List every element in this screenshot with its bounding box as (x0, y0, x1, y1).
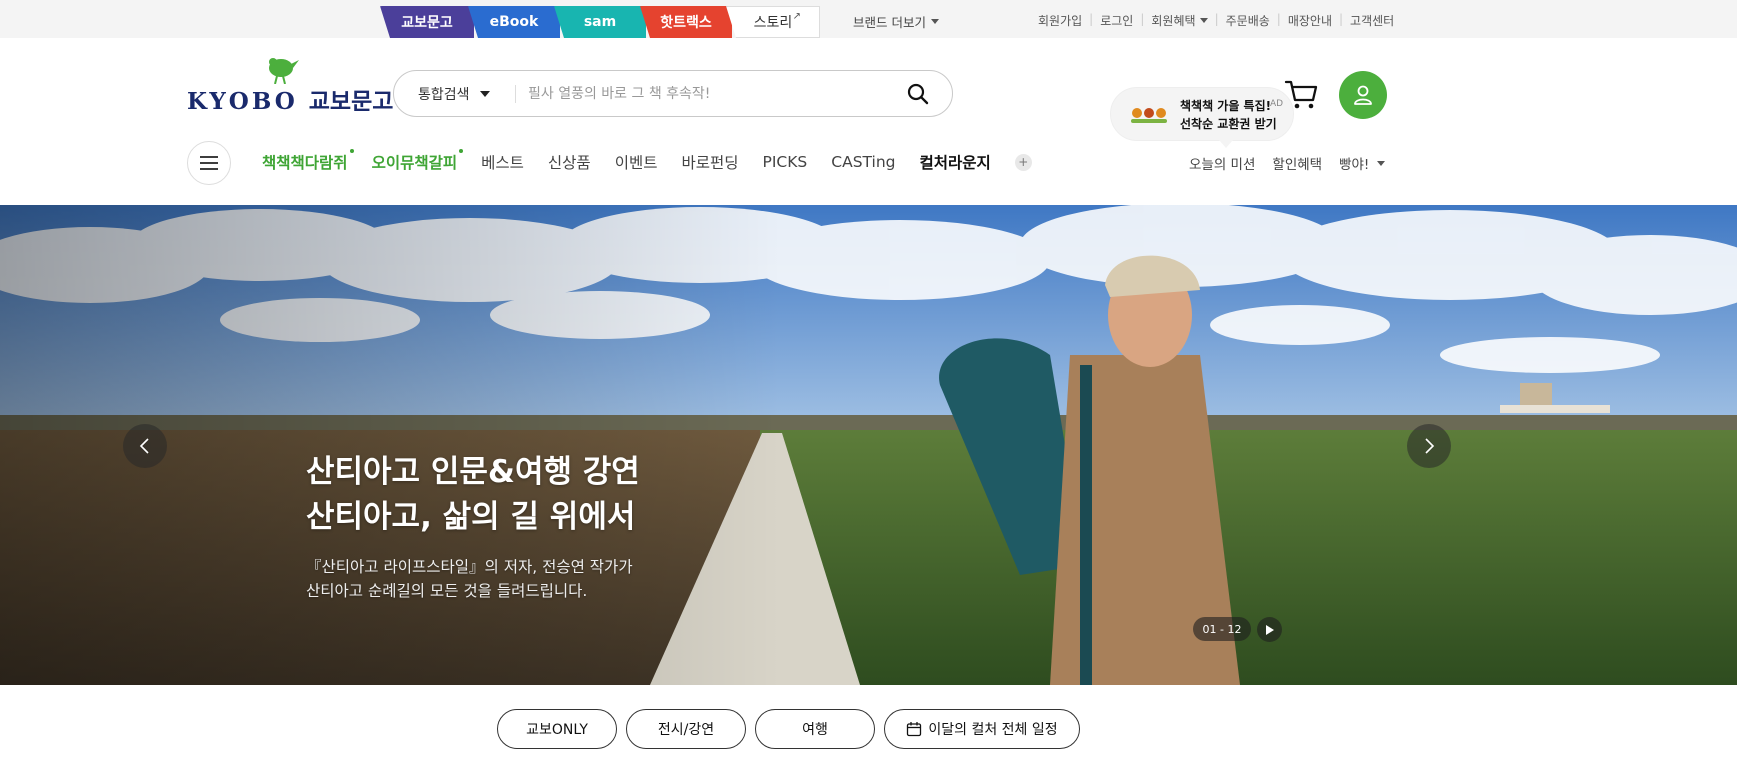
brand-tab-sam[interactable]: sam (554, 6, 646, 38)
hero-title-line: 산티아고, 삶의 길 위에서 (306, 499, 636, 535)
util-link-signup[interactable]: 회원가입 (1038, 12, 1082, 29)
bird-logo-icon (269, 58, 299, 84)
chip-travel[interactable]: 여행 (755, 709, 875, 749)
user-icon (1354, 85, 1372, 105)
nav-item-event[interactable]: 이벤트 (615, 151, 658, 173)
secondary-navigation: 오늘의 미션 할인혜택 빵야! (1189, 153, 1402, 173)
util-link-support[interactable]: 고객센터 (1350, 12, 1394, 29)
chip-kyobo-only[interactable]: 교보ONLY (497, 709, 617, 749)
top-utility-bar: 교보문고 eBook sam 핫트랙스 스토리 ↗ 브랜드 더보기 회원가입 | … (0, 0, 1737, 38)
chevron-down-icon (1377, 160, 1386, 166)
carousel-counter: 01 - 12 (1193, 617, 1251, 641)
brand-tab-label: sam (583, 14, 617, 30)
search-icon[interactable] (906, 82, 930, 106)
nav-item-chaekchaek[interactable]: 책책책다람쥐 (262, 149, 354, 173)
plus-icon[interactable]: + (1014, 153, 1032, 171)
new-dot (349, 149, 354, 153)
brand-more-dropdown[interactable]: 브랜드 더보기 (853, 12, 939, 31)
new-dot (459, 149, 464, 153)
carousel-next-button[interactable] (1407, 424, 1451, 468)
divider: | (1339, 12, 1344, 26)
logo-english: KYOBO (187, 88, 298, 115)
search-type-select[interactable]: 통합검색 (394, 84, 509, 104)
util-link-stores[interactable]: 매장안내 (1288, 12, 1332, 29)
nav-item-label: 책책책다람쥐 (262, 154, 348, 172)
divider: | (1276, 12, 1281, 26)
main-navigation: 책책책다람쥐 오이뮤책갈피 베스트 신상품 이벤트 바로펀딩 PICKS CAS… (262, 149, 1032, 173)
nav-item-label: 오이뮤책갈피 (371, 154, 458, 172)
nav-item-funding[interactable]: 바로펀딩 (681, 151, 738, 173)
search-type-label: 통합검색 (418, 86, 470, 103)
brand-tab-kyobo[interactable]: 교보문고 (380, 6, 474, 38)
logo-korean: 교보문고 (308, 89, 394, 115)
ad-label: AD (1270, 99, 1284, 109)
external-link-icon: ↗ (792, 11, 801, 22)
nav-item-today-mission[interactable]: 오늘의 미션 (1189, 153, 1255, 173)
nav-item-culture-lounge[interactable]: 컬처라운지 (920, 151, 991, 173)
hero-title-line: 산티아고 인문&여행 강연 (306, 454, 640, 490)
brand-tabs: 교보문고 eBook sam 핫트랙스 스토리 ↗ (372, 6, 820, 38)
user-profile-button[interactable] (1339, 71, 1387, 119)
cart-icon[interactable] (1284, 78, 1318, 110)
hero-background-image (0, 205, 1737, 685)
util-link-orders[interactable]: 주문배송 (1226, 12, 1270, 29)
carousel-prev-button[interactable] (123, 424, 167, 468)
hero-title: 산티아고 인문&여행 강연 산티아고, 삶의 길 위에서 (306, 450, 640, 540)
chevron-right-icon (1425, 438, 1435, 454)
chevron-down-icon (479, 90, 490, 97)
chip-monthly-schedule[interactable]: 이달의 컬처 전체 일정 (884, 709, 1080, 749)
ad-title: 책책책 가을 특집! (1180, 99, 1272, 113)
chip-exhibition-lecture[interactable]: 전시/강연 (626, 709, 746, 749)
hamburger-menu-button[interactable] (187, 141, 231, 185)
util-link-benefits[interactable]: 회원혜택 (1151, 12, 1208, 29)
carousel-play-button[interactable] (1257, 617, 1282, 642)
nav-item-casting[interactable]: CASTing (831, 153, 895, 171)
divider: | (1089, 12, 1094, 26)
search-input[interactable] (528, 85, 878, 102)
divider (515, 84, 516, 103)
nav-item-best[interactable]: 베스트 (481, 151, 524, 173)
nav-item-picks[interactable]: PICKS (763, 153, 808, 171)
nav-item-discount[interactable]: 할인혜택 (1272, 153, 1322, 173)
play-icon (1266, 624, 1274, 635)
brand-tab-ebook[interactable]: eBook (468, 6, 560, 38)
hero-desc-line: 『산티아고 라이프스타일』의 저자, 전승연 작가가 (306, 558, 633, 576)
menu-icon (200, 156, 218, 170)
nav-item-new[interactable]: 신상품 (548, 151, 591, 173)
utility-links: 회원가입 | 로그인 | 회원혜택 | 주문배송 | 매장안내 | 고객센터 (1038, 12, 1394, 29)
brand-tab-label: 교보문고 (401, 15, 453, 31)
ad-banner[interactable]: 책책책 가을 특집! AD 선착순 교환권 받기 (1110, 87, 1294, 148)
kyobo-logo[interactable]: KYOBO 교보문고 (187, 56, 393, 115)
calendar-icon (907, 722, 922, 737)
brand-tab-story[interactable]: 스토리 ↗ (726, 6, 820, 38)
chevron-down-icon (930, 19, 939, 24)
divider: | (1140, 12, 1145, 26)
nav-item-label: 빵야! (1339, 157, 1370, 173)
logo-wordmark: KYOBO 교보문고 (187, 82, 393, 116)
util-link-label: 회원혜택 (1151, 14, 1196, 28)
brand-tab-hottracks[interactable]: 핫트랙스 (640, 6, 732, 38)
hero-desc-line: 산티아고 순례길의 모든 것을 들려드립니다. (306, 582, 588, 600)
brand-tab-label: 핫트랙스 (660, 15, 712, 31)
nav-item-ppangya[interactable]: 빵야! (1339, 153, 1386, 173)
util-link-login[interactable]: 로그인 (1100, 12, 1133, 29)
chevron-left-icon (139, 438, 149, 454)
hero-banner[interactable]: 산티아고 인문&여행 강연 산티아고, 삶의 길 위에서 『산티아고 라이프스타… (0, 205, 1737, 685)
ad-squirrel-icon (1131, 108, 1167, 123)
search-bar: 통합검색 (393, 70, 953, 117)
chip-label: 이달의 컬처 전체 일정 (928, 722, 1058, 738)
brand-more-label: 브랜드 더보기 (853, 15, 926, 30)
hero-description: 『산티아고 라이프스타일』의 저자, 전승연 작가가 산티아고 순례길의 모든 … (306, 555, 633, 603)
nav-item-oimu[interactable]: 오이뮤책갈피 (371, 149, 464, 173)
ad-subtitle: 선착순 교환권 받기 (1180, 117, 1277, 131)
divider: | (1214, 12, 1219, 26)
brand-tab-label: eBook (489, 14, 539, 30)
category-chips: 교보ONLY 전시/강연 여행 이달의 컬처 전체 일정 (497, 709, 1080, 749)
brand-tab-label: 스토리 (753, 15, 793, 31)
chevron-down-icon (1199, 18, 1208, 23)
